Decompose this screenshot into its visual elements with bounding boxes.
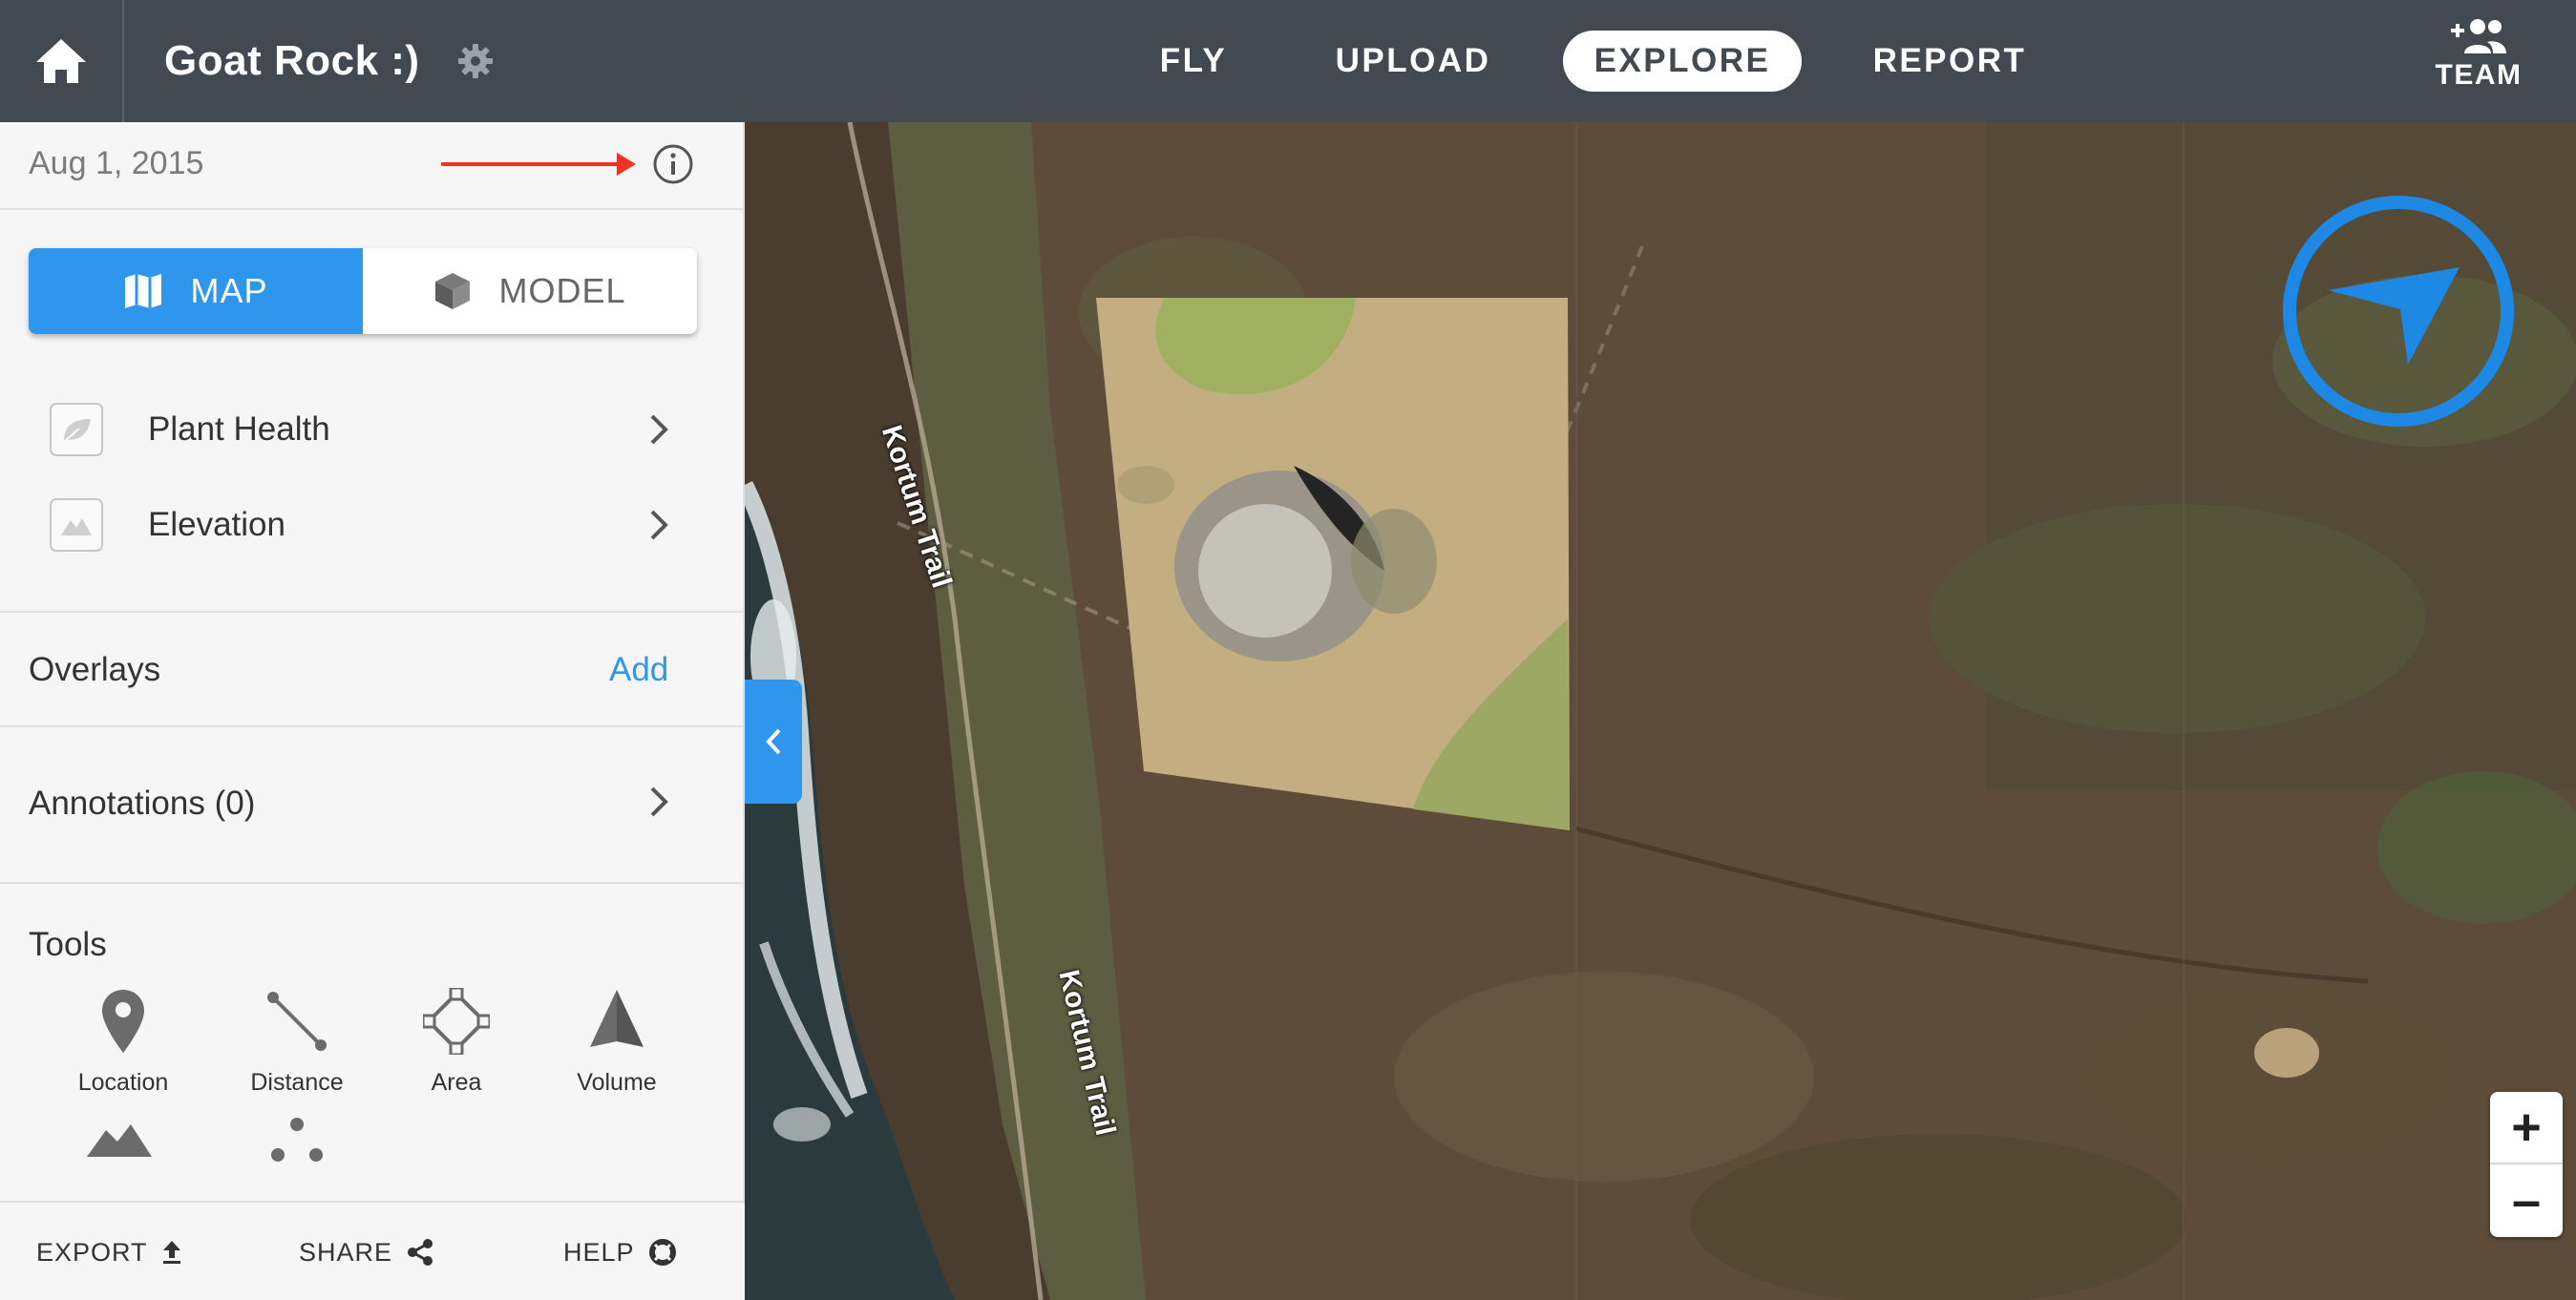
home-button[interactable] (0, 0, 124, 122)
tool-volume[interactable]: Volume (536, 983, 698, 1097)
tools-label: Tools (29, 926, 107, 963)
team-button[interactable]: TEAM (2435, 17, 2523, 109)
layer-label: Plant Health (148, 410, 330, 448)
share-button[interactable]: SHARE (299, 1203, 434, 1300)
overlays-section: Overlays Add (0, 611, 745, 725)
terrain-icon (85, 1101, 154, 1178)
nav-report[interactable]: REPORT (1862, 31, 2038, 92)
points-icon (268, 1101, 326, 1178)
tool-label: Volume (577, 1069, 657, 1096)
project-title: Goat Rock :) (164, 37, 420, 84)
annotations-section[interactable]: Annotations (0) (0, 725, 745, 878)
tool-label: Distance (250, 1069, 344, 1096)
tool-points[interactable] (216, 1101, 378, 1178)
tool-location[interactable]: Location (42, 983, 204, 1097)
share-icon (408, 1239, 433, 1266)
layer-elevation[interactable]: Elevation (0, 487, 745, 563)
layer-plant-health[interactable]: Plant Health (0, 391, 745, 468)
export-button[interactable]: EXPORT (36, 1203, 182, 1300)
share-label: SHARE (299, 1237, 393, 1267)
tools-section: Tools Location Distance Area Volume (0, 882, 745, 1201)
zoom-in-button[interactable]: + (2490, 1092, 2563, 1164)
compass-icon[interactable] (2278, 191, 2519, 431)
upload-icon (162, 1241, 180, 1264)
home-icon (36, 39, 86, 83)
export-label: EXPORT (36, 1237, 148, 1267)
leaf-icon (50, 403, 103, 456)
map-view[interactable]: Kortum Trail Kortum Trail + – (745, 122, 2576, 1300)
sidebar-footer: EXPORT SHARE HELP (0, 1201, 745, 1300)
tool-terrain[interactable] (38, 1101, 201, 1178)
tool-label: Location (77, 1069, 169, 1096)
annotation-arrow-head (617, 153, 636, 176)
zoom-out-button[interactable]: – (2490, 1164, 2563, 1237)
tool-area[interactable]: Area (375, 983, 538, 1097)
polygon-icon (423, 983, 490, 1059)
zoom-control: + – (2490, 1092, 2563, 1237)
top-bar: Goat Rock :) FLY UPLOAD EXPLORE REPORT T… (0, 0, 2576, 122)
info-icon[interactable] (652, 143, 694, 185)
help-button[interactable]: HELP (563, 1203, 677, 1300)
view-toggle: MAP MODEL (29, 248, 697, 334)
chevron-right-icon (650, 786, 668, 817)
help-label: HELP (563, 1237, 635, 1267)
team-label: TEAM (2435, 59, 2523, 91)
annotation-arrow-line (441, 162, 623, 166)
sidebar: Aug 1, 2015 MAP MODEL Plant Health Eleva… (0, 122, 745, 1300)
nav-upload[interactable]: UPLOAD (1318, 31, 1509, 92)
lifebuoy-icon (648, 1239, 676, 1266)
chevron-right-icon (650, 414, 668, 445)
collapse-sidebar-button[interactable] (745, 680, 802, 804)
mountain-icon (50, 498, 103, 552)
layer-label: Elevation (148, 506, 285, 543)
pyramid-icon (586, 983, 647, 1059)
ruler-line-icon (265, 983, 328, 1059)
tool-label: Area (431, 1069, 482, 1096)
nav-fly[interactable]: FLY (1136, 31, 1251, 92)
pin-icon (99, 983, 147, 1059)
model-view-button[interactable]: MODEL (363, 248, 697, 334)
map-view-button[interactable]: MAP (29, 248, 363, 334)
gear-icon[interactable] (456, 42, 495, 80)
nav-explore[interactable]: EXPLORE (1563, 31, 1802, 92)
cube-icon (435, 273, 471, 309)
chevron-left-icon (766, 728, 781, 755)
annotations-label: Annotations (0) (29, 785, 256, 822)
overlays-label: Overlays (29, 651, 161, 688)
add-overlay-link[interactable]: Add (609, 651, 668, 689)
model-view-label: MODEL (498, 271, 626, 310)
map-view-label: MAP (190, 271, 268, 310)
capture-date: Aug 1, 2015 (29, 145, 204, 181)
project-header: Goat Rock :) (164, 0, 495, 122)
add-user-icon (2451, 19, 2506, 53)
chevron-right-icon (650, 510, 668, 540)
date-row: Aug 1, 2015 (0, 122, 745, 210)
map-icon (125, 274, 162, 308)
tool-distance[interactable]: Distance (216, 983, 378, 1097)
